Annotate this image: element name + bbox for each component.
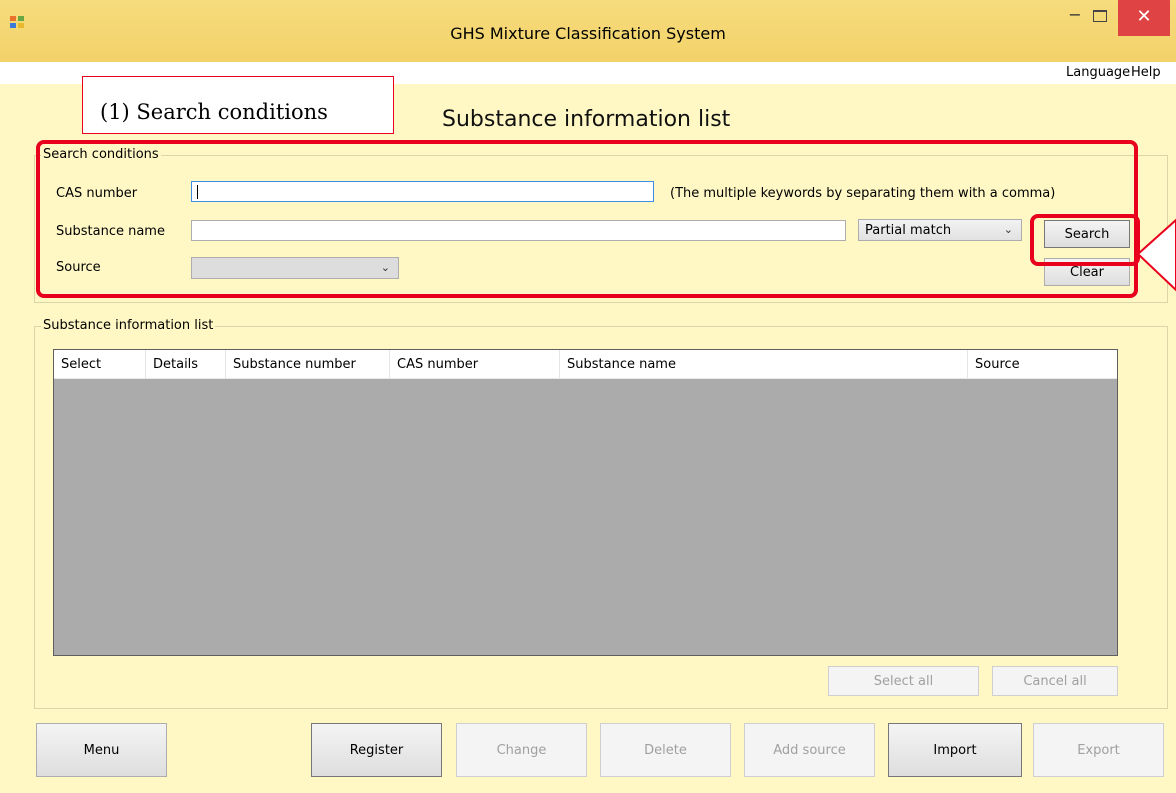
close-button[interactable]: ✕ — [1118, 0, 1170, 36]
search-conditions-highlight — [36, 140, 1138, 298]
maximize-icon — [1093, 10, 1107, 22]
substance-list-label: Substance information list — [41, 318, 216, 333]
add-source-button[interactable]: Add source — [744, 723, 875, 777]
minimize-button[interactable]: − — [1064, 0, 1086, 32]
window-title: GHS Mixture Classification System — [450, 24, 726, 43]
delete-button[interactable]: Delete — [600, 723, 731, 777]
column-select[interactable]: Select — [54, 350, 146, 378]
column-cas-number[interactable]: CAS number — [390, 350, 560, 378]
cancel-all-button[interactable]: Cancel all — [992, 666, 1118, 696]
menu-language[interactable]: Language — [1066, 65, 1130, 80]
menu-button[interactable]: Menu — [36, 723, 167, 777]
column-source[interactable]: Source — [968, 350, 1117, 378]
annotation-callout-text: (1) Search conditions — [100, 100, 328, 124]
column-details[interactable]: Details — [146, 350, 226, 378]
column-substance-number[interactable]: Substance number — [226, 350, 390, 378]
title-bar: GHS Mixture Classification System − ✕ — [0, 0, 1176, 63]
change-button[interactable]: Change — [456, 723, 587, 777]
maximize-button[interactable] — [1089, 4, 1111, 36]
table-header: Select Details Substance number CAS numb… — [54, 350, 1117, 379]
column-substance-name[interactable]: Substance name — [560, 350, 968, 378]
export-button[interactable]: Export — [1033, 723, 1164, 777]
register-button[interactable]: Register — [311, 723, 442, 777]
select-all-button[interactable]: Select all — [828, 666, 979, 696]
search-button-highlight — [1030, 214, 1176, 292]
menu-help[interactable]: Help — [1131, 65, 1161, 80]
page-title: Substance information list — [442, 107, 731, 132]
substance-table[interactable]: Select Details Substance number CAS numb… — [53, 349, 1118, 656]
annotation-callout: (1) Search conditions — [82, 76, 394, 134]
import-button[interactable]: Import — [888, 723, 1022, 777]
